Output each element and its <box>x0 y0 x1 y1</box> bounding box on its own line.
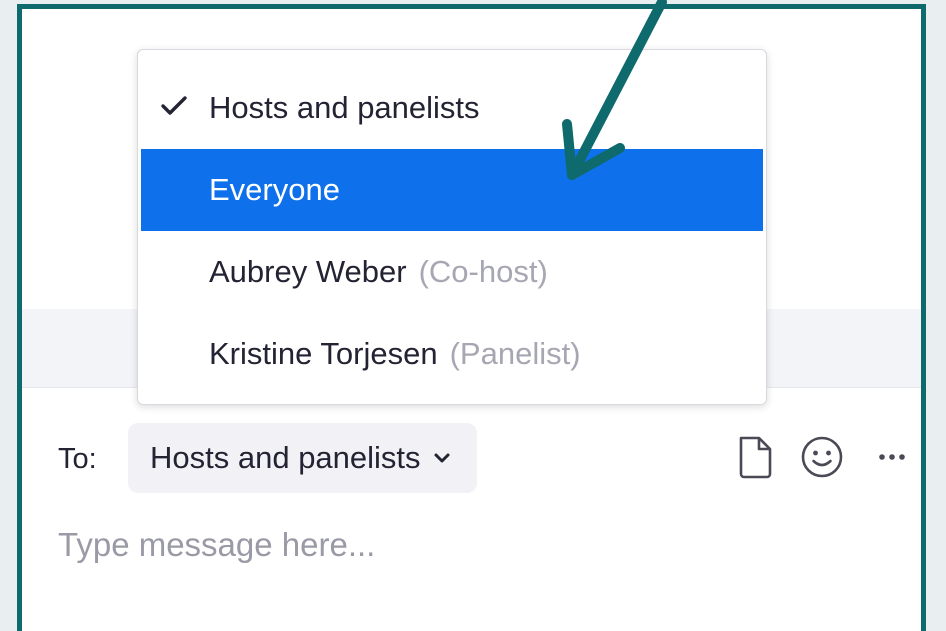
chat-toolbar: To: Hosts and panelists <box>22 421 921 493</box>
recipient-select-value: Hosts and panelists <box>150 440 421 475</box>
file-icon[interactable] <box>735 435 775 479</box>
menu-item-label: Everyone <box>209 172 340 207</box>
recipient-select[interactable]: Hosts and panelists <box>128 423 477 493</box>
menu-item-kristine-torjesen[interactable]: Kristine Torjesen (Panelist) <box>141 313 763 395</box>
chat-panel: Hosts and panelists Everyone Aubrey Webe… <box>17 4 926 631</box>
menu-item-hosts-and-panelists[interactable]: Hosts and panelists <box>141 67 763 149</box>
emoji-icon[interactable] <box>800 435 844 479</box>
menu-item-everyone[interactable]: Everyone <box>141 149 763 231</box>
role-label: (Panelist) <box>449 336 581 371</box>
chevron-down-icon <box>434 453 450 463</box>
menu-item-label: Hosts and panelists <box>209 90 480 125</box>
menu-item-aubrey-weber[interactable]: Aubrey Weber (Co-host) <box>141 231 763 313</box>
role-label: (Co-host) <box>418 254 548 289</box>
recipient-dropdown-menu: Hosts and panelists Everyone Aubrey Webe… <box>137 49 767 405</box>
menu-item-label: Kristine Torjesen <box>209 336 438 371</box>
checkmark-icon <box>161 96 187 115</box>
to-label: To: <box>58 443 97 475</box>
menu-item-label: Aubrey Weber <box>209 254 407 289</box>
message-input[interactable] <box>58 523 858 567</box>
more-options-icon[interactable] <box>874 451 914 463</box>
